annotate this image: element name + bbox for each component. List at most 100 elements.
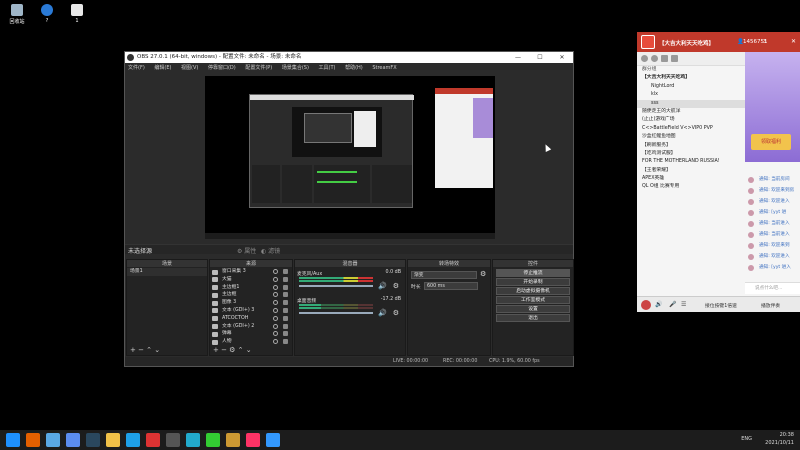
folder-icon[interactable]: [106, 433, 120, 447]
source-item[interactable]: 人物: [210, 338, 292, 346]
lock-icon[interactable]: [283, 339, 288, 345]
speaker-icon[interactable]: 🔊: [378, 309, 387, 317]
channel-item[interactable]: QL O组 比赛专用: [637, 183, 745, 191]
promo-banner[interactable]: 领取福利: [745, 52, 800, 162]
browser-icon[interactable]: [46, 433, 60, 447]
minimize-button[interactable]: —: [507, 52, 529, 63]
chat-input[interactable]: 说点什么吧...: [745, 282, 800, 294]
menu-view[interactable]: 视图(V): [181, 65, 198, 71]
menu-docks[interactable]: 停靠窗口(D): [208, 65, 236, 71]
visibility-icon[interactable]: [273, 284, 278, 290]
lock-icon[interactable]: [283, 269, 288, 274]
menu-profile[interactable]: 配置文件(P): [245, 65, 272, 71]
obs-title-bar[interactable]: OBS 27.0.1 (64-bit, windows) - 配置文件: 未命名…: [125, 52, 573, 63]
visibility-icon[interactable]: [273, 323, 278, 329]
members-header[interactable]: 【大吉大利天天吃鸡】: [637, 74, 745, 82]
channel-item[interactable]: 【王者荣耀】: [637, 167, 745, 175]
lock-icon[interactable]: [283, 331, 288, 337]
visibility-icon[interactable]: [273, 292, 278, 298]
desktop-icon-recycle-bin[interactable]: 回收站: [4, 4, 30, 25]
member-item[interactable]: NightLord: [637, 83, 745, 91]
netease-icon[interactable]: [146, 433, 160, 447]
orange-app-icon[interactable]: [246, 433, 260, 447]
source-item[interactable]: 主边框: [210, 291, 292, 299]
mixer-volume-slider[interactable]: [299, 312, 373, 314]
clock-date[interactable]: 2021/10/11: [765, 440, 794, 446]
source-item[interactable]: ATCOCTOH: [210, 315, 292, 323]
avatar[interactable]: [641, 300, 651, 310]
source-item[interactable]: 图像 3: [210, 299, 292, 307]
source-item[interactable]: 文本 (GDI+) 3: [210, 307, 292, 315]
source-item[interactable]: 窗口采集 3: [210, 268, 292, 276]
channel-item[interactable]: (止止)游戏广场: [637, 116, 745, 124]
lock-icon[interactable]: [283, 315, 288, 321]
duration-input[interactable]: 600 ms: [424, 282, 478, 290]
desktop-icon-file[interactable]: 1: [64, 4, 90, 24]
tool-icon[interactable]: [266, 433, 280, 447]
folder-icon[interactable]: [661, 55, 668, 62]
scene-item[interactable]: 场景1: [127, 268, 207, 276]
source-item[interactable]: 文本 (GDI+) 2: [210, 323, 292, 331]
source-item[interactable]: 主边框1: [210, 284, 292, 292]
steam-icon[interactable]: [86, 433, 100, 447]
sliders-icon[interactable]: ☰: [681, 301, 686, 308]
sources-toolbar[interactable]: + − ⚙ ⌃ ⌄: [213, 346, 252, 354]
lock-icon[interactable]: [283, 323, 288, 329]
windows-icon[interactable]: [6, 433, 20, 447]
member-item[interactable]: sss: [637, 99, 745, 108]
source-item[interactable]: 大猫: [210, 276, 292, 284]
menu-edit[interactable]: 编辑(E): [154, 65, 171, 71]
mixer-volume-slider[interactable]: [299, 285, 373, 287]
menu-tools[interactable]: 工具(T): [319, 65, 336, 71]
close-button[interactable]: ✕: [551, 52, 573, 63]
properties-button[interactable]: ⚙ 属性: [237, 246, 256, 255]
speaker-icon[interactable]: 🔊: [378, 282, 387, 290]
start-virtual-camera-button[interactable]: 启动虚拟摄像机: [496, 287, 570, 295]
settings-icon[interactable]: [671, 55, 678, 62]
desktop-icon-help[interactable]: ?: [34, 4, 60, 24]
gear-icon[interactable]: ⚙: [393, 282, 399, 290]
visibility-icon[interactable]: [273, 276, 278, 282]
channel-item[interactable]: FOR THE MOTHERLAND RUSSIA!: [637, 158, 745, 166]
stop-streaming-button[interactable]: 停止推流: [496, 269, 570, 277]
channel-item[interactable]: 【刷新服务】: [637, 142, 745, 150]
add-scene-button[interactable]: + − ⌃ ⌄: [130, 346, 160, 354]
clock-time[interactable]: 20:38: [780, 432, 794, 438]
home-icon[interactable]: [641, 55, 648, 62]
files-icon[interactable]: [66, 433, 80, 447]
start-recording-button[interactable]: 开始录制: [496, 278, 570, 286]
location-icon[interactable]: [651, 55, 658, 62]
lock-icon[interactable]: [283, 276, 288, 282]
channel-item[interactable]: 【吃鸡测试服】: [637, 150, 745, 158]
settings-button[interactable]: 设置: [496, 305, 570, 313]
language-indicator[interactable]: ENG: [741, 436, 752, 442]
lock-icon[interactable]: [283, 284, 288, 290]
lock-icon[interactable]: [283, 292, 288, 298]
lock-icon[interactable]: [283, 307, 288, 313]
qq-icon[interactable]: [126, 433, 140, 447]
source-item[interactable]: 弹幕: [210, 330, 292, 338]
channel-item[interactable]: APEX英雄: [637, 175, 745, 183]
promo-button[interactable]: 领取福利: [751, 134, 791, 150]
filters-button[interactable]: ◐ 滤镜: [261, 246, 280, 255]
visibility-icon[interactable]: [273, 339, 278, 345]
visibility-icon[interactable]: [273, 315, 278, 321]
visibility-icon[interactable]: [273, 307, 278, 313]
gear-icon[interactable]: ⚙: [393, 309, 399, 317]
mic-icon[interactable]: 🎤: [669, 301, 676, 308]
speaker-icon[interactable]: 🔊: [655, 301, 662, 308]
hotkey-mode[interactable]: 接位按键1倍速: [705, 302, 737, 309]
close-icon[interactable]: ✕: [791, 38, 796, 45]
menu-file[interactable]: 文件(F): [128, 65, 145, 71]
firefox-icon[interactable]: [26, 433, 40, 447]
visibility-icon[interactable]: [273, 269, 278, 274]
obs-icon[interactable]: [166, 433, 180, 447]
play-icon[interactable]: [206, 433, 220, 447]
visibility-icon[interactable]: [273, 331, 278, 337]
transition-select[interactable]: 渐变: [411, 271, 477, 279]
channel-item[interactable]: C<>BattleField V<>VIP0 PVP: [637, 125, 745, 133]
lock-icon[interactable]: [283, 300, 288, 306]
menu-streamfx[interactable]: StreamFX: [372, 65, 396, 71]
channel-item[interactable]: 随便走王的大航洋: [637, 108, 745, 116]
app-icon[interactable]: [186, 433, 200, 447]
